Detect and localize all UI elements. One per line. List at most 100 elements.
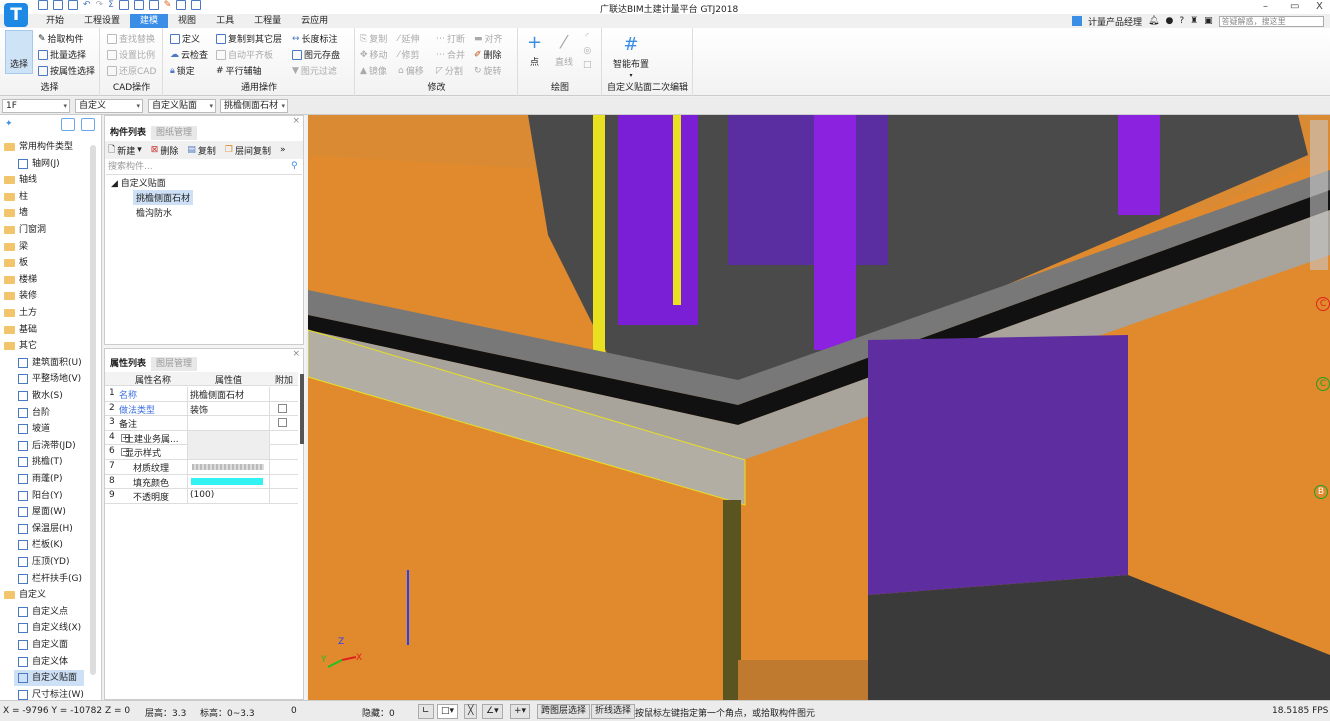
tree-folder[interactable]: 其它 [4,338,37,354]
line-button[interactable]: ⁄ 直线 [555,32,573,68]
3d-model-scene[interactable] [308,115,1330,700]
app-logo[interactable]: T [4,3,28,27]
select-button[interactable]: 选择 [5,30,33,74]
tree-item[interactable]: 散水(S) [18,388,63,404]
report-icon[interactable] [118,0,129,10]
restore-cad-button[interactable]: 还原CAD [107,64,156,77]
arc-icon[interactable]: ◜ [586,32,590,42]
tree-item[interactable]: 阳台(Y) [18,488,63,504]
calc-icon[interactable] [148,0,159,10]
tree-item[interactable]: 雨蓬(P) [18,471,62,487]
sum-icon[interactable]: Σ [108,0,114,10]
rotate-button[interactable]: ↻ 旋转 [474,64,502,78]
set-scale-button[interactable]: 设置比例 [107,48,155,61]
restore-button[interactable]: ▭ [1290,1,1299,12]
parallel-axis-button[interactable]: # 平行辅轴 [216,64,262,78]
tree-folder[interactable]: 常用构件类型 [4,139,73,155]
property-row[interactable]: 6− 显示样式 [105,445,298,460]
ortho-toggle[interactable]: ∟ [418,704,434,719]
list-view-icon[interactable] [61,118,75,131]
component-select[interactable]: 挑檐侧面石材 [220,99,288,113]
extend-button[interactable]: ⁄ 延伸 [398,32,420,46]
tree-folder[interactable]: 柱 [4,189,28,205]
tree-group-custom-face[interactable]: ◢ 自定义贴面 [111,176,166,189]
tree-item[interactable]: 自定义面 [18,637,68,653]
fill-color-swatch[interactable] [191,477,263,485]
floor-select[interactable]: 1F [2,99,70,113]
polyline-select-button[interactable]: 折线选择 [591,704,636,719]
close-button[interactable]: X [1316,1,1323,12]
search-icon[interactable]: ⚲ [291,161,298,171]
tree-item[interactable]: 自定义线(X) [18,620,81,636]
tab-quantities[interactable]: 工程量 [244,14,291,28]
property-row[interactable]: 9 不透明度 (100) [105,489,298,504]
view-toolbar[interactable] [1310,120,1328,270]
tree-item[interactable]: 自定义贴面 [14,670,84,687]
property-scrollbar[interactable] [300,374,304,444]
tree-item[interactable]: 轴网(J) [18,156,60,172]
3d-viewport[interactable]: Z Y X C C B [308,115,1330,700]
tree-folder[interactable]: 梁 [4,239,28,255]
tree-folder[interactable]: 墙 [4,205,28,221]
tab-tools[interactable]: 工具 [206,14,244,28]
tree-scrollbar[interactable] [90,145,96,675]
smart-layout-button[interactable]: # 智能布置 ▾ [613,34,649,79]
close-icon[interactable]: × [292,349,300,359]
tab-view[interactable]: 视图 [168,14,206,28]
save-element-button[interactable]: 图元存盘 [292,48,340,61]
tab-project-settings[interactable]: 工程设置 [74,14,130,28]
redo-icon[interactable]: ↷ [96,0,104,10]
component-search-input[interactable]: 搜索构件... [106,161,302,175]
save-as-icon[interactable] [53,0,63,10]
new-button[interactable]: 🗋 新建 ▾ [108,142,142,158]
property-row[interactable]: 7 材质纹理 [105,460,298,475]
tab-property-list[interactable]: 属性列表 [105,357,152,371]
tree-item[interactable]: 建筑面积(U) [18,355,82,371]
bell-icon[interactable]: 🔔︎ [1148,16,1159,26]
pin-icon[interactable]: ✦ [5,119,13,129]
copy-to-floor-button[interactable]: 复制到其它层 [216,32,282,45]
close-icon[interactable]: × [292,116,300,126]
pick-component-button[interactable]: ✎ 拾取构件 [38,32,84,46]
user-name[interactable]: 计量产品经理 [1088,15,1142,28]
align-button[interactable]: ▬ 对齐 [474,32,503,46]
property-row[interactable]: 1 名称 挑檐侧面石材 [105,387,298,402]
tree-item[interactable]: 保温层(H) [18,521,73,537]
break-button[interactable]: ⋯ 打断 [436,32,465,46]
split-button[interactable]: ◸ 分割 [436,64,463,78]
tree-folder[interactable]: 门窗洞 [4,222,46,238]
tab-modeling[interactable]: 建模 [130,14,169,28]
save-icon[interactable] [38,0,48,10]
edit-icon[interactable]: ✎ [164,0,172,10]
tree-item[interactable]: 自定义体 [18,654,68,670]
property-row[interactable]: 4 + 土建业务属... [105,430,298,446]
property-row[interactable]: 2 做法类型 装饰 [105,401,298,417]
view-icon[interactable] [133,0,144,10]
property-value-cell[interactable] [187,430,270,445]
type-select[interactable]: 自定义贴面 [148,99,216,113]
merge-button[interactable]: ⋯ 合并 [436,48,465,62]
help-search-input[interactable]: 答疑解惑，搜这里 [1218,15,1324,27]
lock-button[interactable]: 🔒︎ 锁定 [170,64,195,78]
grid-icon[interactable] [176,0,187,10]
tree-item[interactable]: 后浇带(JD) [18,438,76,454]
length-dimension-button[interactable]: ↔ 长度标注 [292,32,338,46]
property-row[interactable]: 3 备注 [105,416,298,431]
tab-drawing-manager[interactable]: 图纸管理 [151,126,198,140]
tree-item[interactable]: 压顶(YD) [18,554,69,570]
open-icon[interactable] [68,0,78,10]
offset-button[interactable]: ⌂ 偏移 [398,64,424,78]
tree-folder[interactable]: 装修 [4,288,37,304]
tab-layer-manager[interactable]: 图层管理 [151,357,198,371]
tree-folder[interactable]: 基础 [4,322,37,338]
shirt-icon[interactable]: ♜ [1190,16,1198,26]
card-view-icon[interactable] [81,118,95,131]
define-button[interactable]: 定义 [170,32,200,45]
copy-between-floors-button[interactable]: ❐ 层间复制 [225,144,271,157]
tree-item[interactable]: 栏板(K) [18,537,63,553]
property-value-cell[interactable] [187,445,270,460]
tree-item[interactable]: 自定义点 [18,604,68,620]
angle-select[interactable]: ∠▾ [482,704,503,719]
tree-folder[interactable]: 土方 [4,305,37,321]
cloud-check-button[interactable]: ☁ 云检查 [170,48,208,62]
